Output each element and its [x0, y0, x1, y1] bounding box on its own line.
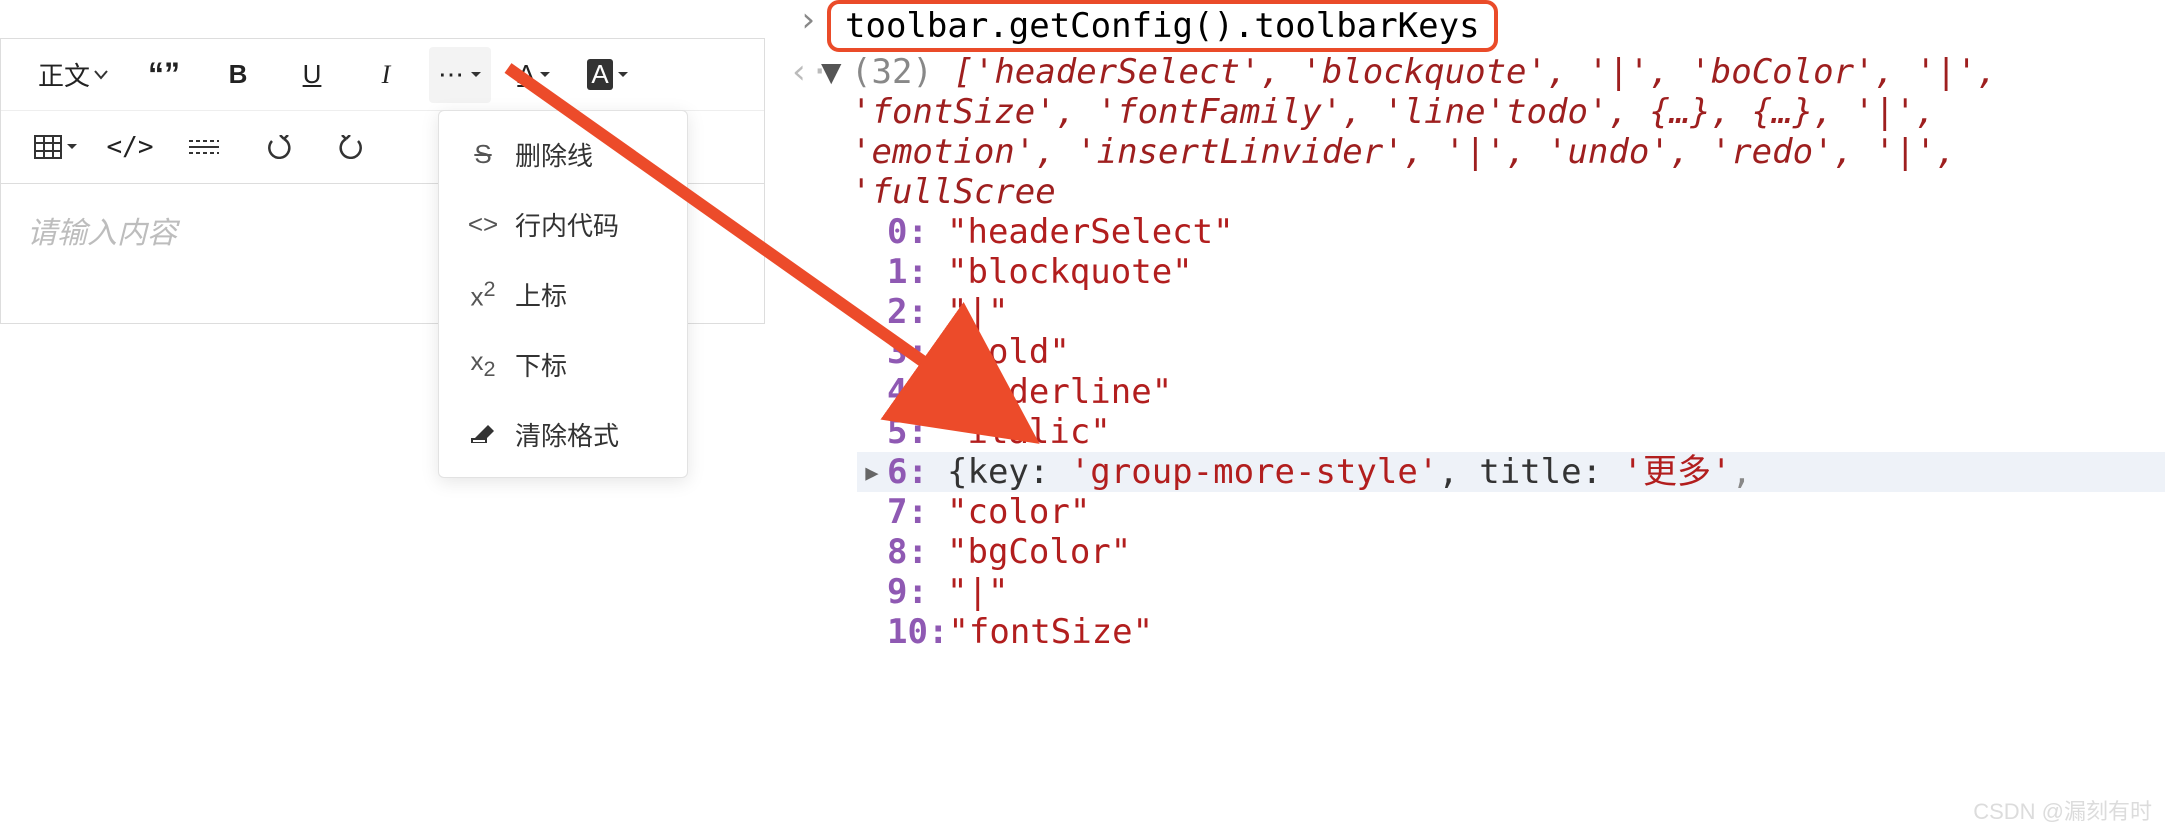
- sub-icon: x2: [463, 346, 503, 382]
- entry-index: 9:: [887, 572, 947, 612]
- console-input-row: › toolbar.getConfig().toolbarKeys: [785, 0, 2165, 52]
- code-icon: <>: [463, 209, 503, 240]
- eraser-icon: [463, 419, 503, 450]
- entry-value: "bold": [947, 332, 1070, 372]
- clear-format-option[interactable]: 清除格式: [439, 399, 687, 469]
- undo-button[interactable]: [247, 119, 309, 175]
- entry-index: 1:: [887, 252, 947, 292]
- caret-down-icon: [66, 143, 78, 151]
- strike-icon: S: [463, 139, 503, 170]
- entry-index: 8:: [887, 532, 947, 572]
- array-entry[interactable]: ▸6: {key: 'group-more-style', title: '更多…: [857, 452, 2165, 492]
- entry-value: "|": [947, 292, 1008, 332]
- array-entry[interactable]: 7: "color": [857, 492, 2165, 532]
- entry-value: "bgColor": [947, 532, 1131, 572]
- inline-code-option[interactable]: <> 行内代码: [439, 189, 687, 259]
- array-entry[interactable]: 1: "blockquote": [857, 252, 2165, 292]
- sup-icon: x2: [463, 276, 503, 313]
- chevron-down-icon: [94, 70, 108, 80]
- summary-text: (32) ['headerSelect', 'blockquote', '|',…: [841, 52, 2161, 212]
- divider-button[interactable]: [173, 119, 235, 175]
- strike-label: 删除线: [515, 136, 593, 173]
- more-style-button[interactable]: ⋯: [429, 47, 491, 103]
- clear-format-label: 清除格式: [515, 416, 619, 453]
- entry-object: {key: 'group-more-style', title: '更多',: [947, 452, 1752, 492]
- redo-button[interactable]: [321, 119, 383, 175]
- strike-option[interactable]: S 删除线: [439, 119, 687, 189]
- devtools-console: › toolbar.getConfig().toolbarKeys ‹· ▼ (…: [785, 0, 2165, 652]
- sub-label: 下标: [515, 346, 567, 383]
- entry-value: "italic": [947, 412, 1111, 452]
- more-style-dropdown: S 删除线 <> 行内代码 x2 上标 x2 下标 清除格式: [438, 110, 688, 478]
- inline-code-label: 行内代码: [515, 206, 619, 243]
- console-array-entries: 0: "headerSelect"1: "blockquote"2: "|"3:…: [785, 212, 2165, 652]
- sub-option[interactable]: x2 下标: [439, 329, 687, 399]
- entry-index: 0:: [887, 212, 947, 252]
- italic-button[interactable]: I: [355, 47, 417, 103]
- undo-icon: [264, 135, 292, 159]
- font-color-icon: A: [517, 59, 534, 90]
- code-block-button[interactable]: </>: [99, 119, 161, 175]
- expand-triangle-icon: ▸: [857, 452, 887, 492]
- array-entry[interactable]: 9: "|": [857, 572, 2165, 612]
- entry-index: 4:: [887, 372, 947, 412]
- array-entry[interactable]: 3: "bold": [857, 332, 2165, 372]
- caret-down-icon: [470, 71, 482, 79]
- entry-value: "color": [947, 492, 1090, 532]
- heading-label: 正文: [38, 56, 90, 93]
- ellipsis-icon: ⋯: [438, 59, 464, 90]
- editor-placeholder: 请输入内容: [27, 217, 177, 250]
- expand-icon[interactable]: ▼: [821, 52, 841, 92]
- prompt-icon: ›: [789, 0, 827, 40]
- bg-color-icon: A: [587, 59, 612, 90]
- entry-value: "fontSize": [948, 612, 1153, 652]
- array-entry[interactable]: 10: "fontSize": [857, 612, 2165, 652]
- entry-value: "headerSelect": [947, 212, 1234, 252]
- entry-value: "blockquote": [947, 252, 1193, 292]
- caret-down-icon: [617, 71, 629, 79]
- sup-label: 上标: [515, 276, 567, 313]
- table-icon: [34, 135, 62, 159]
- entry-value: "|": [947, 572, 1008, 612]
- console-input[interactable]: toolbar.getConfig().toolbarKeys: [827, 0, 1498, 52]
- entry-index: 7:: [887, 492, 947, 532]
- console-output-summary[interactable]: ‹· ▼ (32) ['headerSelect', 'blockquote',…: [785, 52, 2165, 212]
- array-entry[interactable]: 5: "italic": [857, 412, 2165, 452]
- bg-color-button[interactable]: A: [577, 47, 639, 103]
- entry-index: 2:: [887, 292, 947, 332]
- entry-value: "underline": [947, 372, 1172, 412]
- array-entry[interactable]: 4: "underline": [857, 372, 2165, 412]
- entry-index: 5:: [887, 412, 947, 452]
- array-entry[interactable]: 2: "|": [857, 292, 2165, 332]
- watermark: CSDN @漏刻有时: [1973, 794, 2152, 826]
- array-entry[interactable]: 8: "bgColor": [857, 532, 2165, 572]
- caret-down-icon: [539, 71, 551, 79]
- entry-index: 10:: [887, 612, 948, 652]
- redo-icon: [338, 135, 366, 159]
- font-color-button[interactable]: A: [503, 47, 565, 103]
- sup-option[interactable]: x2 上标: [439, 259, 687, 329]
- entry-index: 6:: [887, 452, 947, 492]
- array-entry[interactable]: 0: "headerSelect": [857, 212, 2165, 252]
- table-button[interactable]: [25, 119, 87, 175]
- heading-select[interactable]: 正文: [25, 47, 121, 103]
- blockquote-button[interactable]: “”: [133, 47, 195, 103]
- divider-icon: [189, 138, 219, 156]
- entry-index: 3:: [887, 332, 947, 372]
- underline-button[interactable]: U: [281, 47, 343, 103]
- bold-button[interactable]: B: [207, 47, 269, 103]
